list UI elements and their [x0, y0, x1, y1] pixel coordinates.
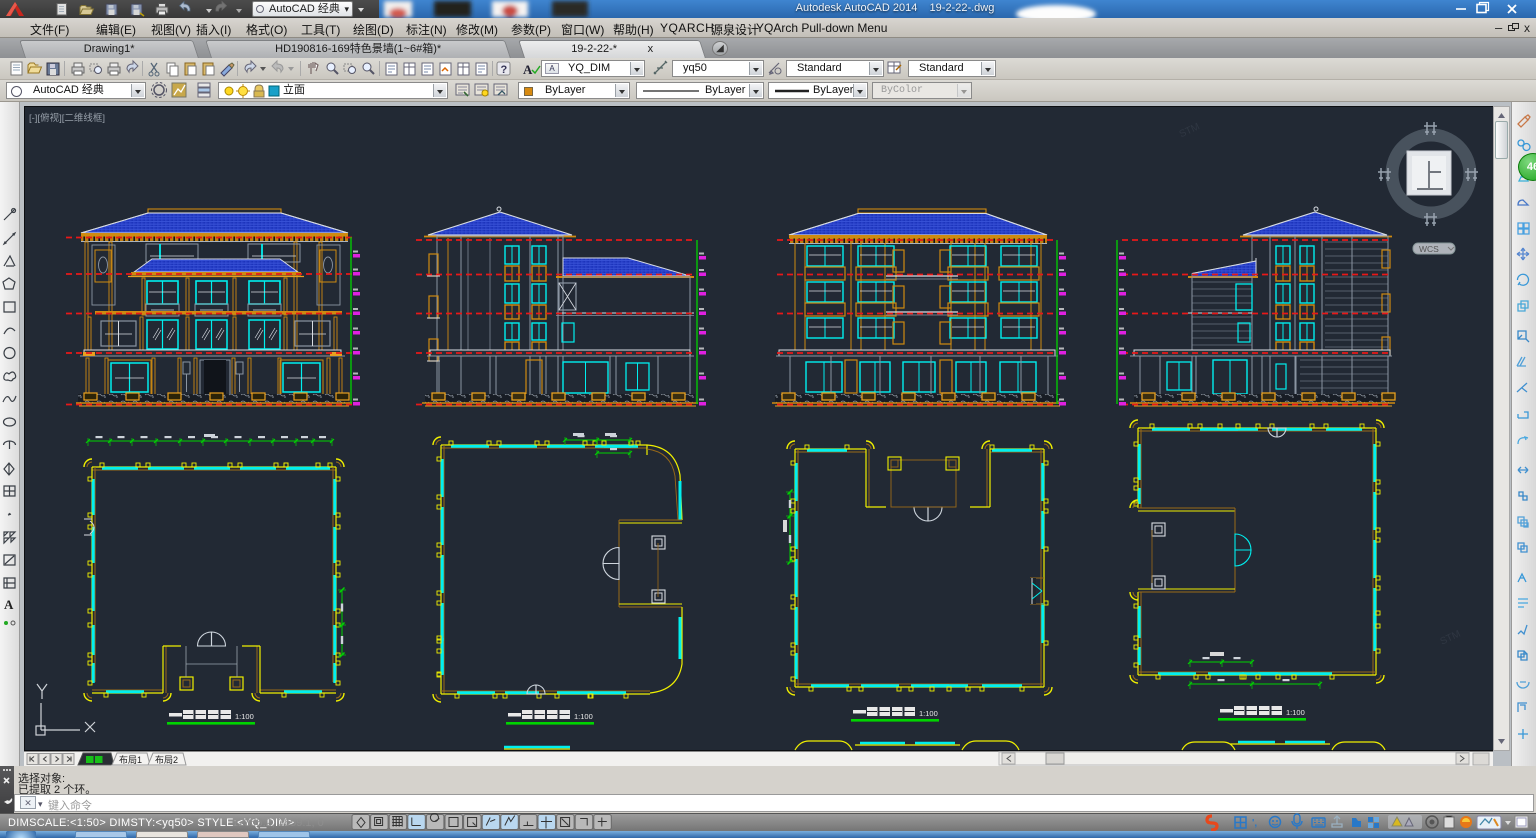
svg-text:A: A: [523, 62, 533, 77]
svg-text:1:100: 1:100: [1286, 708, 1305, 717]
svg-text:[-][俯视][二维线框]: [-][俯视][二维线框]: [29, 112, 105, 124]
svg-text:WCS: WCS: [1419, 244, 1439, 254]
svg-text:?: ?: [501, 64, 508, 76]
svg-text:STM: STM: [1178, 121, 1202, 140]
svg-text:STM: STM: [1439, 629, 1463, 648]
svg-text:布局2: 布局2: [155, 754, 178, 765]
svg-text:布局1: 布局1: [119, 754, 142, 765]
svg-text:',: ',: [1252, 818, 1257, 829]
svg-text:A: A: [4, 597, 14, 612]
svg-text:1:100: 1:100: [919, 709, 938, 718]
svg-text:1:100: 1:100: [574, 712, 593, 721]
svg-text:1:100: 1:100: [235, 712, 254, 721]
